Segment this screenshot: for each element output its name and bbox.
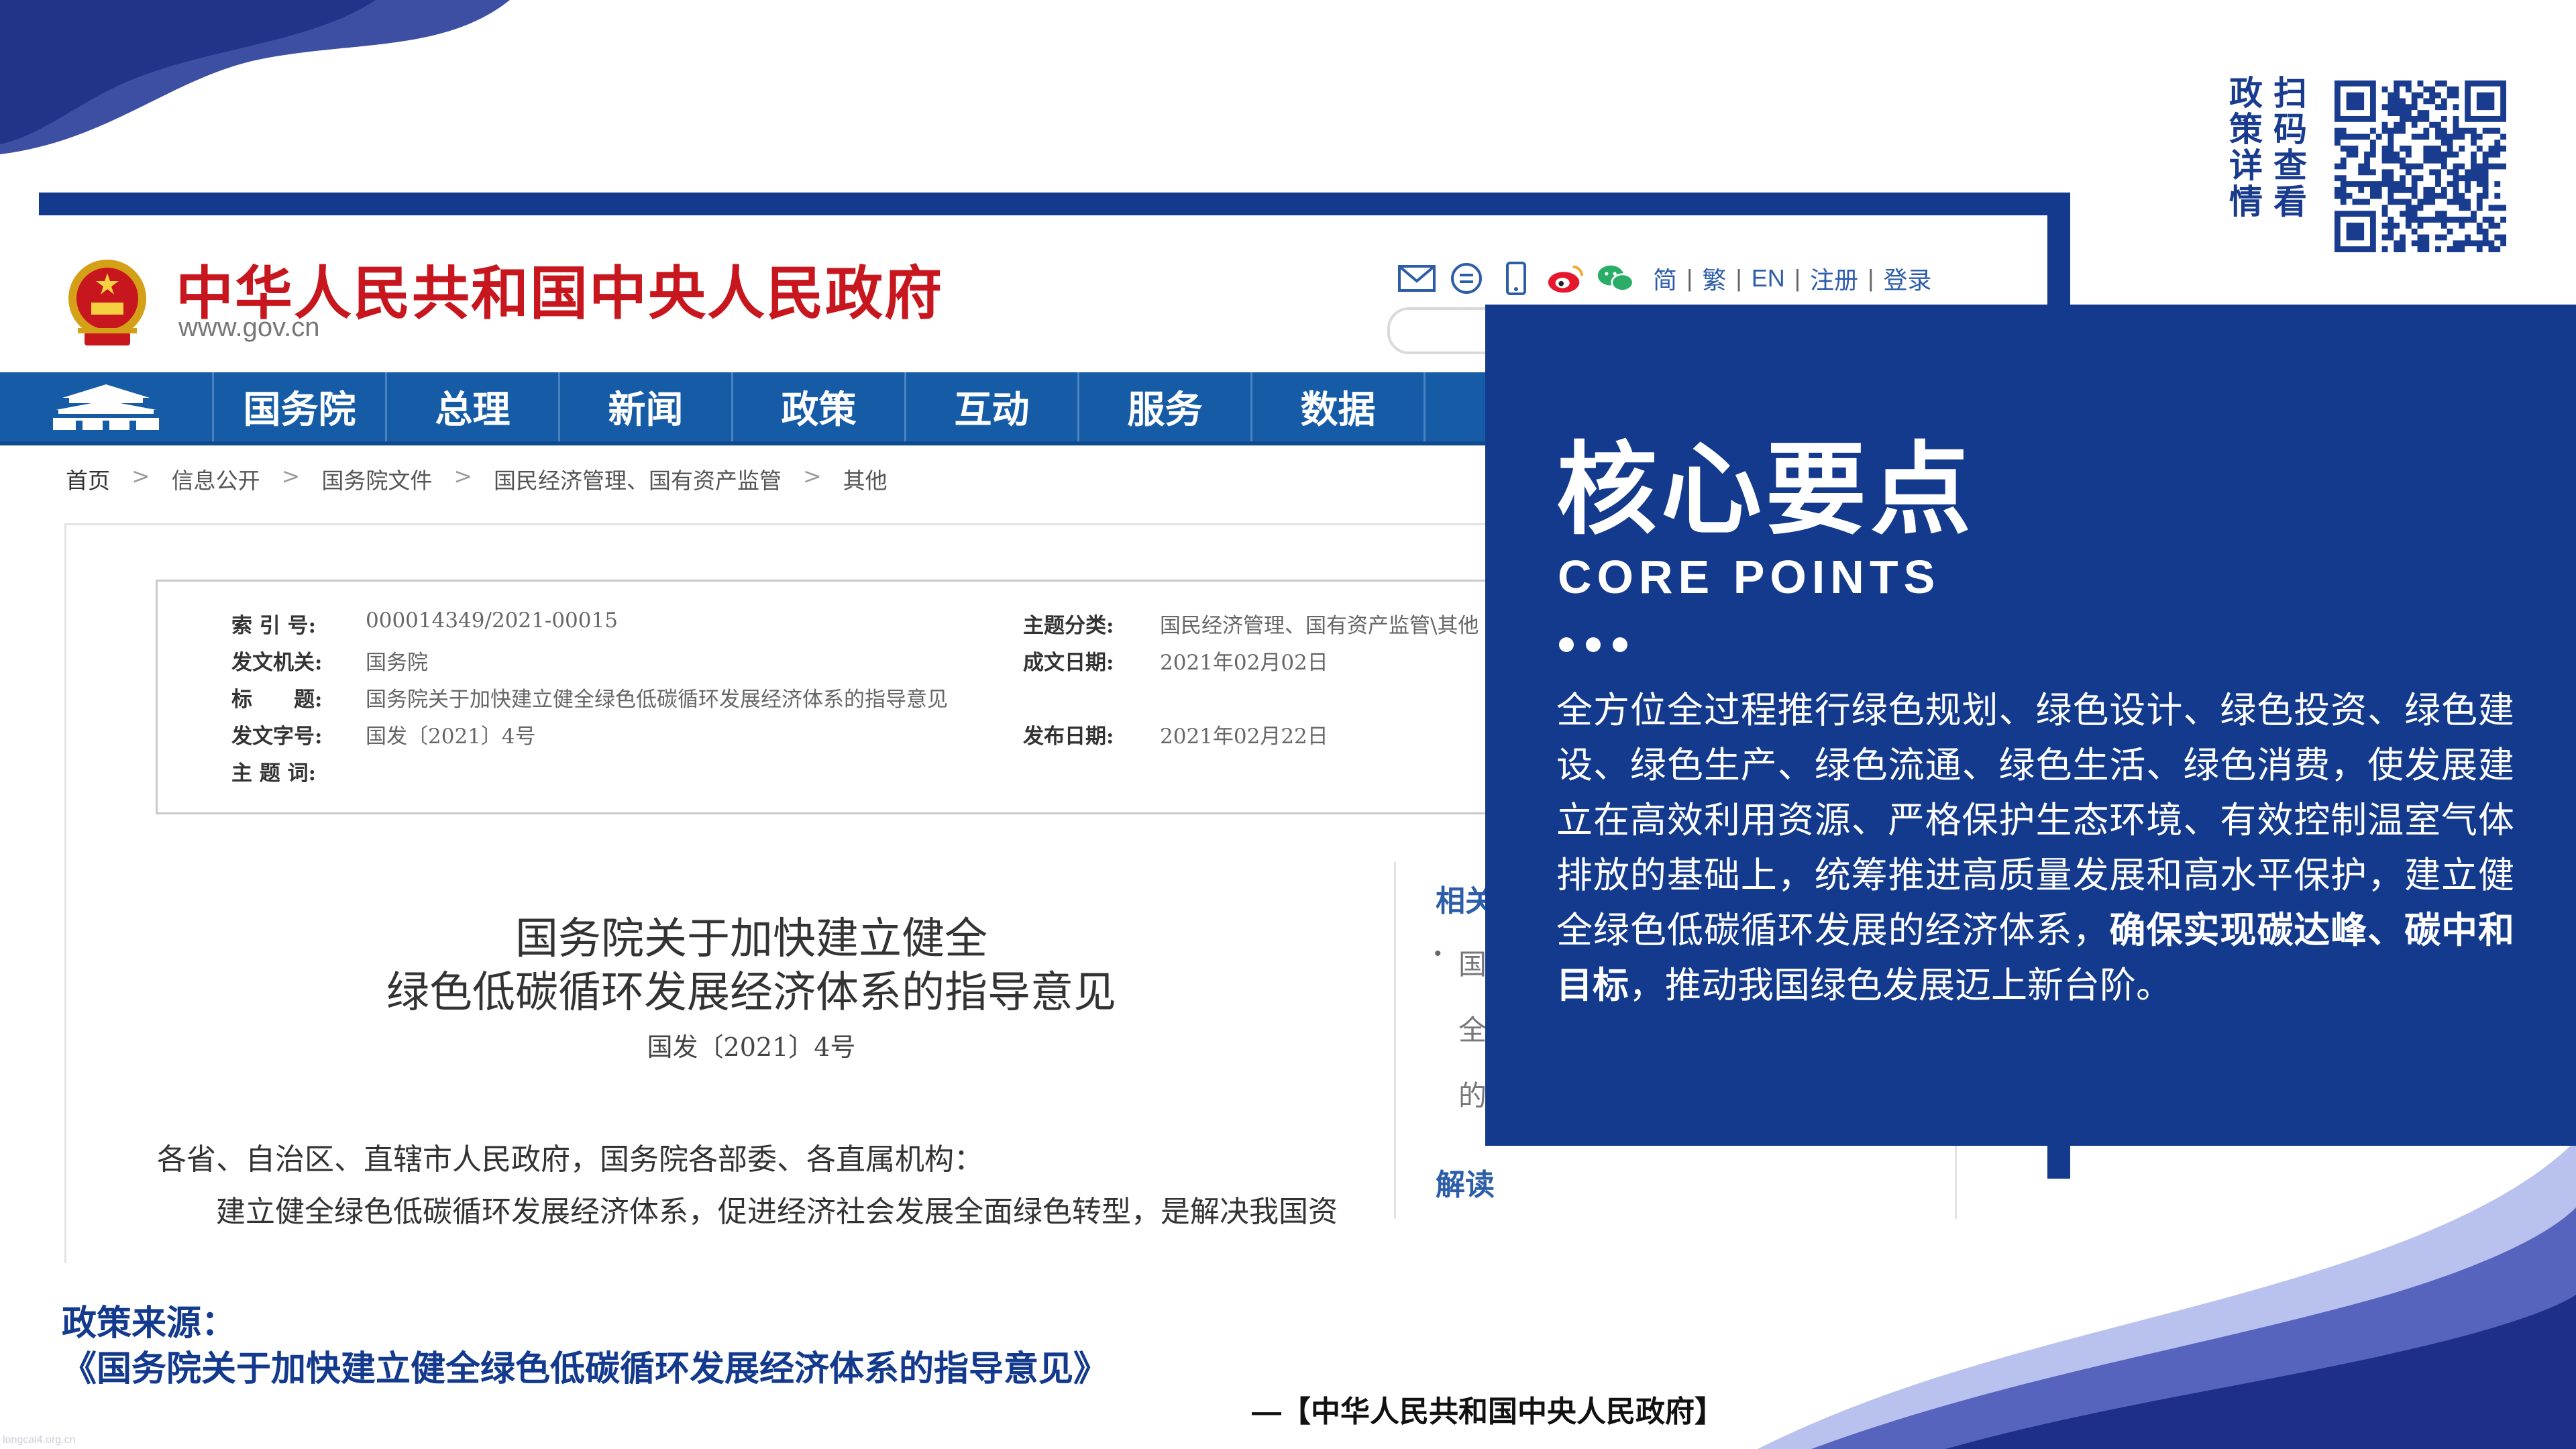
core-points-subtitle: CORE POINTS	[1558, 551, 1941, 603]
mail-icon[interactable]	[1398, 261, 1436, 296]
register-link[interactable]: 注册	[1810, 261, 1858, 296]
nav-item-news[interactable]: 新闻	[560, 372, 733, 441]
qr-label-char: 看	[2273, 183, 2307, 221]
meta-created-label: 成文日期:	[1023, 651, 1114, 675]
qr-label-char: 情	[2229, 183, 2263, 221]
qr-label-char: 扫	[2273, 74, 2307, 112]
main-nav: 国务院 总理 新闻 政策 互动 服务 数据	[0, 372, 1543, 445]
document-title: 国务院关于加快建立健全 绿色低碳循环发展经济体系的指导意见	[268, 912, 1234, 1020]
meta-published-value: 2021年02月22日	[1160, 724, 1328, 749]
policy-source-label: 政策来源：	[62, 1304, 237, 1343]
ellipsis-dots-icon	[1559, 637, 1627, 652]
weibo-icon[interactable]	[1547, 261, 1585, 296]
breadcrumb: 首页 > 信息公开 > 国务院文件 > 国民经济管理、国有资产监管 > 其他	[66, 463, 888, 495]
nav-item-interaction[interactable]: 互动	[906, 372, 1079, 441]
qr-label-char: 策	[2229, 111, 2263, 148]
separator: |	[1868, 264, 1874, 292]
message-icon[interactable]	[1448, 261, 1485, 296]
meta-index-label: 索 引 号:	[231, 614, 317, 638]
related-link-line[interactable]: 国	[1458, 942, 1487, 983]
language-links: 简 | 繁 | EN | 注册 | 登录	[1653, 261, 1932, 296]
qr-label: 政 策 详 情 扫 码 查 看	[2226, 75, 2313, 220]
document-address: 各省、自治区、直辖市人民政府，国务院各部委、各直属机构：	[157, 1142, 983, 1177]
meta-topic-label: 主题分类:	[1023, 614, 1114, 638]
document-title-line-2: 绿色低碳循环发展经济体系的指导意见	[386, 968, 1116, 1018]
meta-docno-label: 发文字号:	[231, 724, 323, 749]
wechat-icon[interactable]	[1597, 261, 1634, 296]
meta-index-value: 000014349/2021-00015	[366, 608, 618, 633]
interpretation-heading[interactable]: 解读	[1436, 1161, 1495, 1203]
nav-item-policy[interactable]: 政策	[733, 372, 906, 441]
related-link-line[interactable]: 的	[1458, 1073, 1487, 1114]
lang-simplified-link[interactable]: 简	[1653, 261, 1677, 296]
lang-english-link[interactable]: EN	[1752, 264, 1785, 292]
meta-docno-value: 国发〔2021〕4号	[366, 724, 536, 749]
breadcrumb-separator: >	[281, 463, 301, 489]
separator: |	[1794, 264, 1801, 292]
related-bullet: •	[1434, 943, 1442, 965]
separator: |	[1686, 264, 1693, 292]
national-emblem-icon	[68, 260, 146, 345]
meta-title-label: 标 题:	[231, 688, 323, 712]
document-number: 国发〔2021〕4号	[647, 1032, 856, 1062]
screenshot-frame-top	[39, 193, 2070, 215]
core-points-text-end: ，推动我国绿色发展迈上新台阶。	[1629, 965, 2172, 1006]
breadcrumb-separator: >	[802, 463, 822, 489]
qr-code-icon[interactable]	[2334, 80, 2506, 252]
breadcrumb-separator: >	[453, 463, 472, 489]
nav-item-state-council[interactable]: 国务院	[214, 372, 387, 441]
qr-label-char: 码	[2273, 111, 2307, 148]
breadcrumb-info-disclosure[interactable]: 信息公开	[172, 463, 260, 495]
nav-item-premier[interactable]: 总理	[387, 372, 560, 441]
nav-item-data[interactable]: 数据	[1252, 372, 1426, 441]
document-meta-table: 索 引 号: 000014349/2021-00015 主题分类: 国民经济管理…	[156, 580, 1635, 814]
qr-label-char: 查	[2273, 147, 2307, 184]
breadcrumb-other[interactable]: 其他	[843, 463, 888, 495]
header-toolbar: 简 | 繁 | EN | 注册 | 登录	[1398, 258, 1932, 299]
separator: |	[1735, 264, 1742, 292]
core-points-body: 全方位全过程推行绿色规划、绿色设计、绿色投资、绿色建设、绿色生产、绿色流通、绿色…	[1556, 683, 2514, 1013]
qr-label-char: 政	[2229, 74, 2263, 112]
meta-title-value: 国务院关于加快建立健全绿色低碳循环发展经济体系的指导意见	[366, 688, 948, 712]
sidebar-divider	[1394, 862, 1396, 1219]
meta-keywords-label: 主 题 词:	[231, 761, 317, 786]
document-title-line-1: 国务院关于加快建立健全	[515, 914, 987, 964]
mobile-icon[interactable]	[1497, 261, 1535, 296]
document-body-text: 建立健全绿色低碳循环发展经济体系，促进经济社会发展全面绿色转型，是解决我国资	[216, 1195, 1338, 1229]
meta-topic-value: 国民经济管理、国有资产监管\其他	[1160, 614, 1479, 638]
breadcrumb-state-council-docs[interactable]: 国务院文件	[321, 463, 432, 495]
meta-issuer-label: 发文机关:	[231, 651, 323, 675]
core-points-title: 核心要点	[1556, 433, 1976, 546]
watermark: longcai4.org.cn	[3, 1434, 76, 1446]
breadcrumb-separator: >	[131, 463, 150, 489]
meta-published-label: 发布日期:	[1023, 724, 1114, 749]
page-right-border	[1955, 1140, 1957, 1219]
breadcrumb-home[interactable]: 首页	[66, 463, 110, 495]
site-url[interactable]: www.gov.cn	[178, 313, 319, 343]
qr-label-char: 详	[2229, 147, 2263, 184]
login-link[interactable]: 登录	[1884, 261, 1932, 296]
breadcrumb-economy[interactable]: 国民经济管理、国有资产监管	[494, 463, 782, 495]
nav-home-tiananmen-icon[interactable]	[0, 372, 214, 441]
meta-created-value: 2021年02月02日	[1160, 651, 1328, 675]
source-credit: —【中华人民共和国中央人民政府】	[1252, 1395, 1724, 1428]
related-link-line[interactable]: 全	[1458, 1008, 1487, 1049]
policy-source-title: 《国务院关于加快建立健全绿色低碳循环发展经济体系的指导意见》	[62, 1350, 1109, 1389]
meta-issuer-value: 国务院	[366, 651, 428, 675]
lang-traditional-link[interactable]: 繁	[1702, 261, 1726, 296]
nav-item-service[interactable]: 服务	[1079, 372, 1252, 441]
